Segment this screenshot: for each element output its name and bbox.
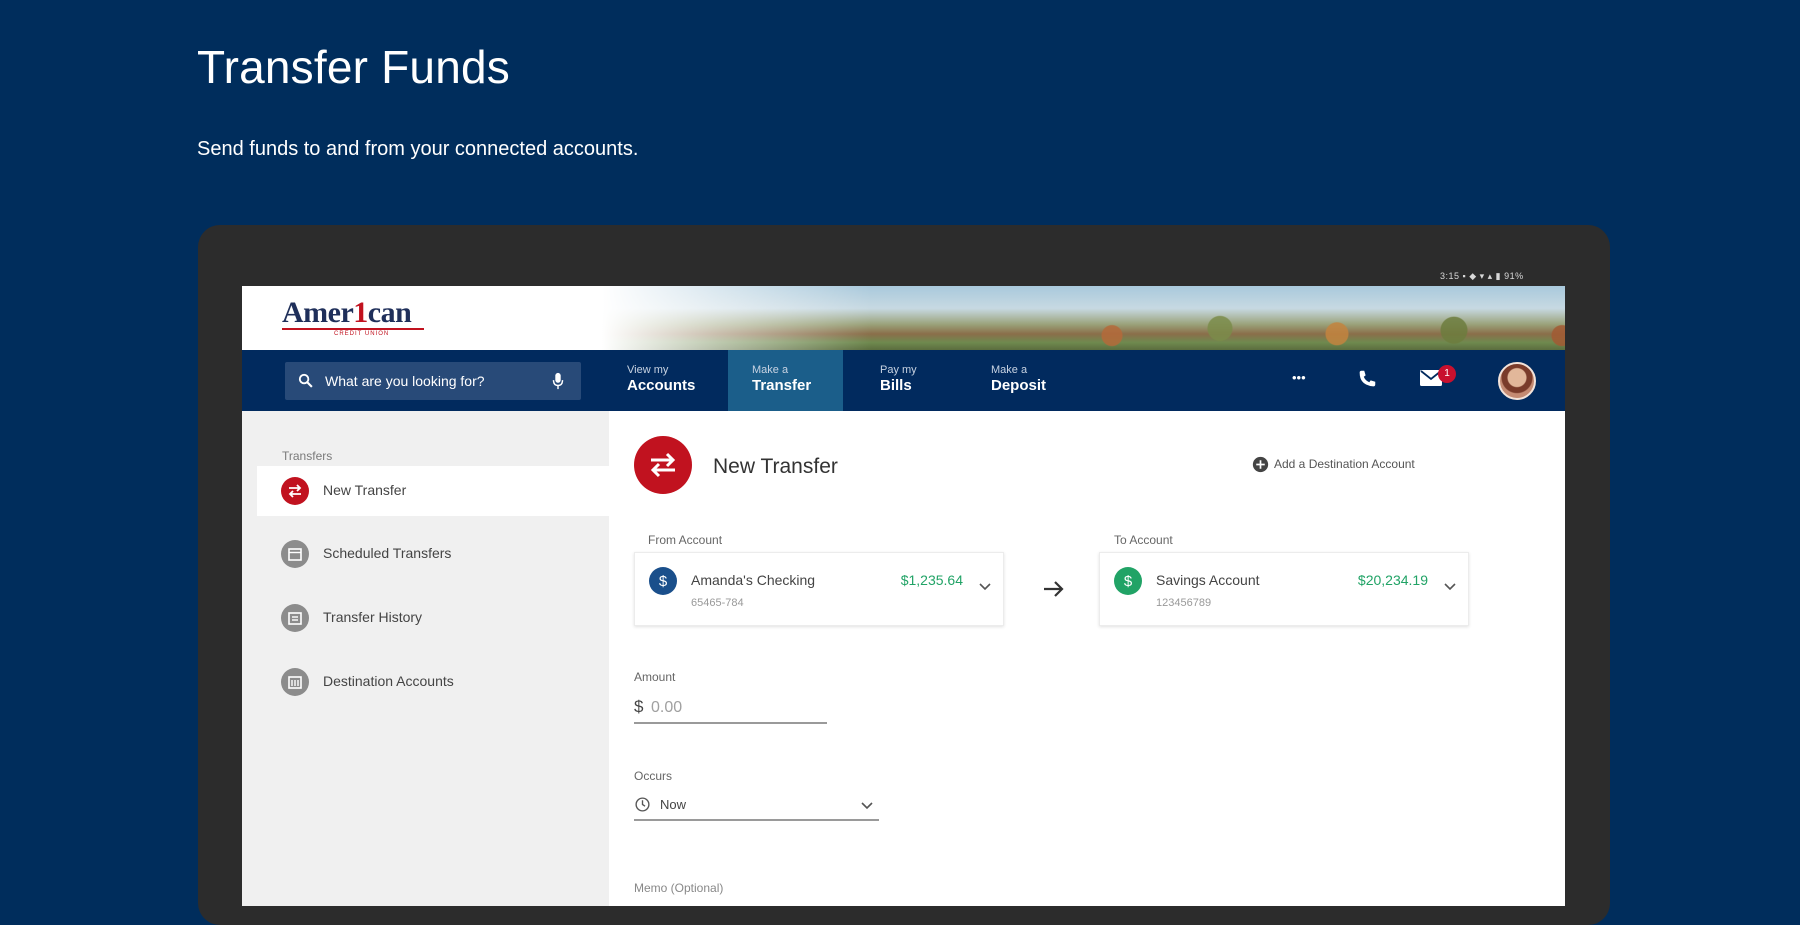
from-account-number: 65465-784 xyxy=(691,597,744,609)
arrow-right-icon xyxy=(1044,581,1064,597)
sidebar-item-scheduled-transfers[interactable]: Scheduled Transfers xyxy=(257,529,609,579)
sidebar-item-new-transfer[interactable]: New Transfer xyxy=(257,466,609,516)
from-account-balance: $1,235.64 xyxy=(900,572,963,588)
amount-label: Amount xyxy=(634,670,676,684)
nav-make-transfer[interactable]: Make a Transfer xyxy=(728,350,843,411)
sidebar-item-destination-accounts[interactable]: Destination Accounts xyxy=(257,657,609,707)
search-input[interactable] xyxy=(325,362,545,400)
nav-pay-bills-small: Pay my xyxy=(880,364,917,376)
logo-prefix: Amer xyxy=(282,296,354,329)
svg-text:$: $ xyxy=(1124,573,1133,590)
to-account-number: 123456789 xyxy=(1156,597,1212,609)
logo-underline xyxy=(282,328,424,330)
nav-view-accounts-small: View my xyxy=(627,364,669,376)
add-circle-icon[interactable] xyxy=(1252,456,1269,473)
dollar-icon: $ xyxy=(649,567,677,595)
sidebar-item-label: Scheduled Transfers xyxy=(323,545,452,561)
search-icon[interactable] xyxy=(297,372,314,389)
calendar-icon xyxy=(281,540,309,568)
svg-text:$: $ xyxy=(659,573,668,590)
nav-pay-bills[interactable]: Pay my Bills xyxy=(880,350,970,411)
sidebar-item-label: Transfer History xyxy=(323,609,423,625)
nav-make-deposit[interactable]: Make a Deposit xyxy=(991,350,1091,411)
app-screen: Amer1can CREDIT UNION View my Accounts M… xyxy=(242,286,1565,906)
nav-view-accounts[interactable]: View my Accounts xyxy=(627,350,727,411)
nav-make-deposit-label: Deposit xyxy=(991,377,1047,394)
sidebar-item-label: New Transfer xyxy=(323,482,407,498)
sidebar-item-transfer-history[interactable]: Transfer History xyxy=(257,593,609,643)
add-destination-account-link[interactable]: Add a Destination Account xyxy=(1274,457,1415,471)
to-account-name: Savings Account xyxy=(1156,572,1260,588)
banner-image xyxy=(602,286,1565,350)
amount-input[interactable] xyxy=(651,696,821,720)
dollar-icon: $ xyxy=(1114,567,1142,595)
chevron-down-icon xyxy=(1444,583,1456,591)
occurs-value: Now xyxy=(660,797,687,812)
to-account-select[interactable]: $ Savings Account 123456789 $20,234.19 xyxy=(1099,552,1469,626)
clock-icon xyxy=(635,797,650,812)
occurs-label: Occurs xyxy=(634,769,673,783)
bank-icon xyxy=(281,668,309,696)
messages-badge: 1 xyxy=(1438,365,1456,383)
logo-suffix: can xyxy=(367,296,412,329)
amount-field: $ xyxy=(634,694,827,724)
main-nav: View my Accounts Make a Transfer Pay my … xyxy=(242,350,1565,411)
from-account-select[interactable]: $ Amanda's Checking 65465-784 $1,235.64 xyxy=(634,552,1004,626)
status-bar: 3:15 ▪ ◆ ▾ ▴ ▮ 91% xyxy=(1440,271,1524,281)
from-account-label: From Account xyxy=(648,533,723,547)
sidebar: Transfers New Transfer Scheduled Transfe… xyxy=(242,411,609,906)
nav-make-transfer-label: Transfer xyxy=(752,377,812,394)
phone-icon[interactable] xyxy=(1356,368,1378,390)
brand-bar: Amer1can CREDIT UNION xyxy=(242,286,1565,350)
occurs-select[interactable]: Now xyxy=(634,791,879,821)
to-account-balance: $20,234.19 xyxy=(1357,572,1428,588)
nav-pay-bills-label: Bills xyxy=(880,377,912,394)
transfer-form: New Transfer Add a Destination Account F… xyxy=(609,411,1565,906)
transfer-swap-icon xyxy=(634,436,692,494)
from-account-name: Amanda's Checking xyxy=(691,572,816,588)
avatar[interactable] xyxy=(1498,362,1536,400)
logo-one: 1 xyxy=(353,296,368,329)
sidebar-title: Transfers xyxy=(282,449,333,463)
page-subtitle: Send funds to and from your connected ac… xyxy=(197,138,639,160)
search-box xyxy=(285,362,581,400)
memo-label[interactable]: Memo (Optional) xyxy=(634,881,723,895)
nav-view-accounts-label: Accounts xyxy=(627,377,696,394)
history-icon xyxy=(281,604,309,632)
microphone-icon[interactable] xyxy=(551,372,565,390)
to-account-label: To Account xyxy=(1114,533,1173,547)
nav-make-deposit-small: Make a xyxy=(991,364,1028,376)
nav-make-transfer-small: Make a xyxy=(752,364,789,376)
logo[interactable]: Amer1can CREDIT UNION xyxy=(282,294,432,342)
logo-subtext: CREDIT UNION xyxy=(334,331,390,337)
chevron-down-icon xyxy=(979,583,991,591)
chevron-down-icon xyxy=(861,802,873,810)
more-icon[interactable]: ••• xyxy=(1292,370,1306,385)
swap-icon xyxy=(281,477,309,505)
form-title: New Transfer xyxy=(713,455,838,478)
currency-symbol: $ xyxy=(634,697,644,716)
sidebar-item-label: Destination Accounts xyxy=(323,673,454,689)
page-title: Transfer Funds xyxy=(197,41,510,93)
